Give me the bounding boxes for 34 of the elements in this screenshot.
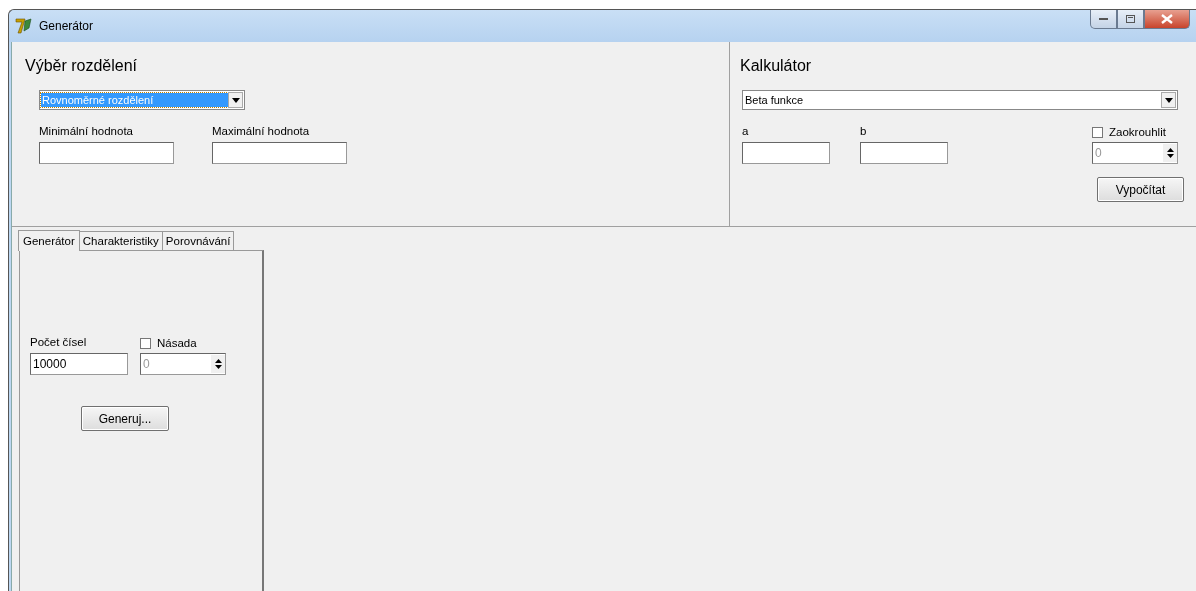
dropdown-value: Rovnoměrné rozdělení	[41, 93, 228, 107]
input-field[interactable]	[742, 142, 830, 164]
maximize-icon	[1125, 14, 1136, 24]
tab[interactable]: Porovnávání	[161, 231, 235, 250]
app-icon	[15, 18, 33, 34]
round-checkbox[interactable]: Zaokrouhlit	[1092, 125, 1166, 139]
dropdown-arrow-icon	[231, 97, 240, 103]
window-title: Generátor	[39, 19, 94, 33]
field-label: Maximální hodnota	[212, 125, 310, 139]
dropdown-arrow-icon	[1164, 97, 1173, 103]
close-button[interactable]	[1144, 10, 1190, 29]
close-icon	[1161, 14, 1173, 24]
section-heading: Výběr rozdělení	[25, 57, 138, 76]
field-label: Minimální hodnota	[39, 125, 133, 139]
input-field[interactable]	[212, 142, 347, 164]
section-heading: Kalkulátor	[740, 57, 812, 76]
minimize-icon	[1098, 17, 1109, 21]
dropdown-value: Beta funkce	[744, 93, 805, 107]
spin-arrows-icon	[1165, 147, 1175, 159]
field-label: a	[742, 125, 749, 139]
seed-checkbox[interactable]: Násada	[140, 336, 197, 350]
field-label: Počet čísel	[30, 336, 87, 350]
input-field[interactable]	[860, 142, 948, 164]
generate-button[interactable]: Generuj...	[81, 406, 169, 431]
maximize-button[interactable]	[1117, 10, 1144, 29]
field-label: b	[860, 125, 867, 139]
function-dropdown[interactable]: Beta funkce	[742, 90, 1178, 110]
tab[interactable]: Generátor	[18, 230, 80, 251]
tab[interactable]: Charakteristiky	[78, 231, 163, 250]
spin-arrows-icon	[213, 358, 223, 370]
minimize-button[interactable]	[1090, 10, 1117, 29]
input-field[interactable]	[39, 142, 174, 164]
count-field[interactable]: 10000	[30, 353, 128, 375]
calculate-button[interactable]: Vypočítat	[1097, 177, 1184, 202]
